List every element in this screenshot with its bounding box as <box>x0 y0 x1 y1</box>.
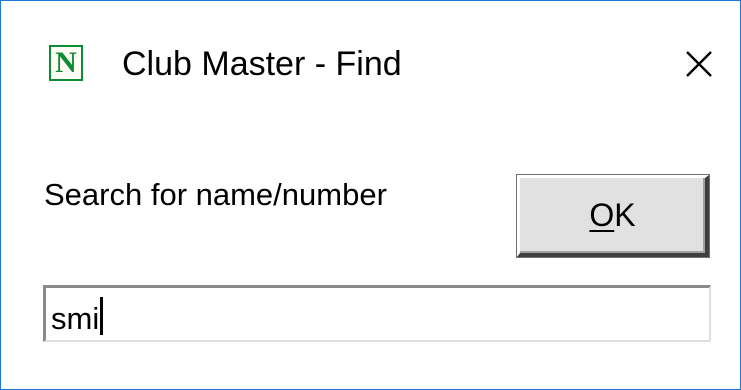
find-dialog: N Club Master - Find Search for name/num… <box>0 0 741 390</box>
club-master-app-icon: N <box>49 45 83 81</box>
search-label: Search for name/number <box>44 177 387 212</box>
ok-button-label: OK <box>589 179 635 251</box>
search-input-text: smi <box>51 301 100 336</box>
close-icon <box>686 51 712 77</box>
ok-mnemonic-letter: O <box>589 197 615 233</box>
title-bar[interactable]: N Club Master - Find <box>1 1 740 96</box>
text-caret <box>100 297 104 335</box>
search-input[interactable]: smi <box>43 285 711 342</box>
window-title: Club Master - Find <box>122 45 402 83</box>
search-input-value: smi <box>51 297 104 336</box>
ok-button[interactable]: OK <box>517 175 709 257</box>
ok-label-rest: K <box>614 197 636 233</box>
close-button[interactable] <box>681 46 717 82</box>
